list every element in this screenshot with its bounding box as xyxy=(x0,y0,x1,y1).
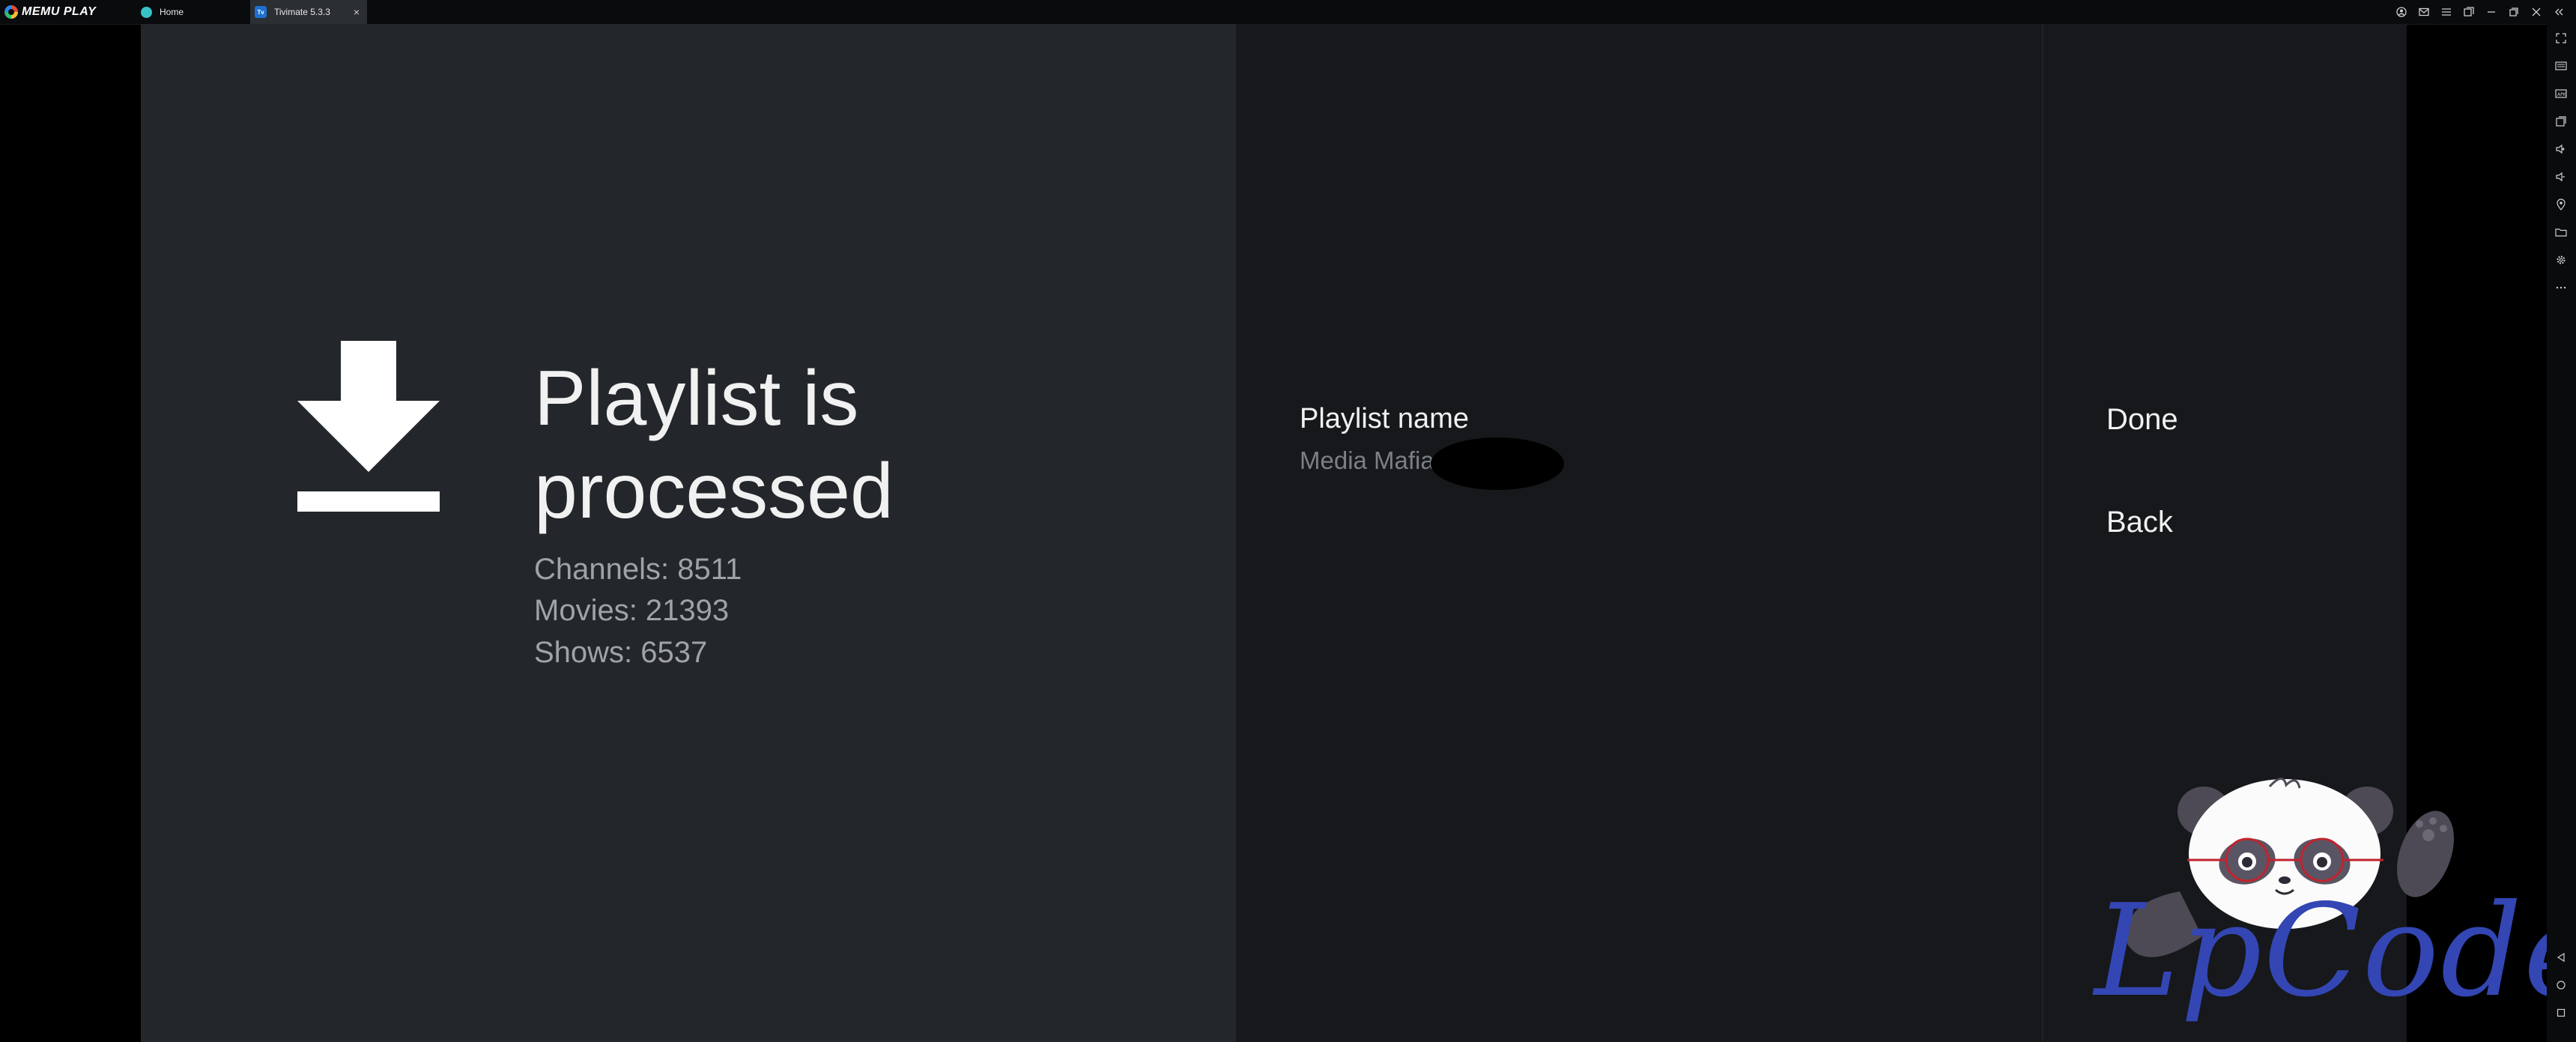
keyboard-icon[interactable] xyxy=(2553,58,2569,74)
fullscreen-icon[interactable] xyxy=(2553,30,2569,46)
collapse-sidebar-icon[interactable] xyxy=(2548,0,2570,24)
memu-logo: MEMU PLAY xyxy=(4,3,96,21)
download-icon xyxy=(297,341,440,512)
account-icon[interactable] xyxy=(2390,0,2413,24)
menu-icon[interactable] xyxy=(2435,0,2458,24)
page-title: Playlist is processed xyxy=(534,352,894,538)
home-app-icon xyxy=(141,6,152,18)
back-button[interactable]: Back xyxy=(2106,506,2173,539)
watermark-text: LpCodes xyxy=(2094,877,2576,1026)
volume-down-icon[interactable] xyxy=(2553,169,2569,185)
done-button[interactable]: Done xyxy=(2106,403,2178,437)
volume-up-icon[interactable] xyxy=(2553,141,2569,157)
minimize-icon[interactable] xyxy=(2480,0,2503,24)
playlist-name-label: Playlist name xyxy=(1300,403,1469,434)
settings-gear-icon[interactable] xyxy=(2553,252,2569,268)
restore-icon[interactable] xyxy=(2503,0,2525,24)
tab-home-label: Home xyxy=(160,7,184,17)
movies-count: Movies: 21393 xyxy=(534,594,730,627)
svg-text:APK: APK xyxy=(2557,92,2567,97)
playlist-name-value: Media Mafia - xyxy=(1300,446,1449,474)
title-bar: MEMU PLAY Home Tv Tivimate 5.3.3 × xyxy=(0,0,2576,25)
android-back-icon[interactable] xyxy=(2553,949,2569,966)
tab-close-icon[interactable]: × xyxy=(354,6,360,18)
window-controls xyxy=(2390,0,2570,24)
tivimate-app-icon: Tv xyxy=(255,6,267,18)
title-line-2: processed xyxy=(534,448,894,535)
title-line-1: Playlist is xyxy=(534,355,859,442)
emulator-sidebar: APK xyxy=(2547,24,2576,1042)
redaction-mark xyxy=(1431,437,1564,490)
more-icon[interactable] xyxy=(2553,279,2569,296)
tab-tivimate-label: Tivimate 5.3.3 xyxy=(274,7,330,17)
location-icon[interactable] xyxy=(2553,196,2569,213)
tab-tivimate[interactable]: Tv Tivimate 5.3.3 × xyxy=(250,0,367,24)
tab-home[interactable]: Home xyxy=(136,0,249,24)
channels-count: Channels: 8511 xyxy=(534,553,742,586)
close-icon[interactable] xyxy=(2525,0,2548,24)
apk-icon[interactable]: APK xyxy=(2553,85,2569,102)
multi-window-icon[interactable] xyxy=(2458,0,2480,24)
mail-icon[interactable] xyxy=(2413,0,2435,24)
android-recents-icon[interactable] xyxy=(2553,1005,2569,1021)
memu-logo-icon xyxy=(4,5,18,19)
screenshot-icon[interactable] xyxy=(2553,113,2569,130)
playlist-panel xyxy=(1236,24,2042,1042)
android-home-icon[interactable] xyxy=(2553,977,2569,993)
shows-count: Shows: 6537 xyxy=(534,636,708,669)
folder-icon[interactable] xyxy=(2553,224,2569,240)
app-name: MEMU PLAY xyxy=(22,5,97,18)
